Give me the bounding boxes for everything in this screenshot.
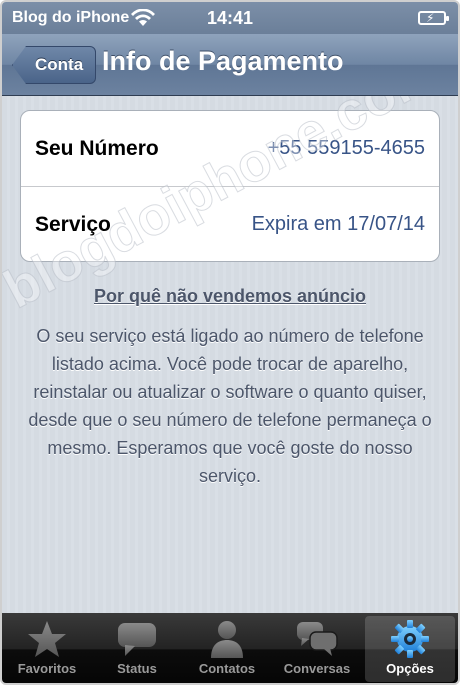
tab-favoritos[interactable]: Favoritos (2, 613, 92, 683)
account-info-group: Seu Número +55 559155-4655 Serviço Expir… (20, 110, 440, 262)
tab-label: Conversas (283, 661, 351, 676)
phone-number-row: Seu Número +55 559155-4655 (21, 111, 439, 186)
content-area: Seu Número +55 559155-4655 Serviço Expir… (2, 96, 458, 613)
chat-bubbles-icon (297, 622, 338, 656)
no-ads-link[interactable]: Por quê não vendemos anúncio (2, 286, 458, 307)
tab-status[interactable]: Status (92, 613, 182, 683)
tab-contatos[interactable]: Contatos (182, 613, 272, 683)
service-label: Serviço (35, 212, 111, 236)
service-value: Expira em 17/07/14 (251, 213, 425, 235)
tab-opcoes[interactable]: Opções (365, 616, 455, 682)
page-title: Info de Pagamento (102, 46, 344, 76)
tab-label: Favoritos (17, 661, 77, 676)
phone-number-value: +55 559155-4655 (267, 137, 425, 159)
tab-label: Contatos (198, 661, 256, 676)
tab-bar: Favoritos Status Contatos Conversas Opçõ… (2, 613, 458, 683)
star-icon (28, 621, 66, 657)
phone-number-label: Seu Número (35, 136, 159, 160)
service-description: O seu serviço está ligado ao número de t… (28, 326, 432, 486)
status-bar: Blog do iPhone 14:41 ⚡ (2, 2, 458, 34)
navigation-bar: Conta Info de Pagamento (2, 34, 458, 96)
iphone-screen: Blog do iPhone 14:41 ⚡ Conta Info de Pag… (0, 0, 460, 685)
tab-label: Opções (386, 661, 434, 676)
back-button[interactable]: Conta (12, 46, 97, 84)
service-row: Serviço Expira em 17/07/14 (21, 186, 439, 261)
tab-label: Status (117, 661, 157, 676)
person-icon (211, 621, 243, 658)
speech-bubble-icon (118, 623, 156, 656)
battery-charging-icon: ⚡ (418, 11, 449, 25)
tab-conversas[interactable]: Conversas (272, 613, 362, 683)
clock: 14:41 (206, 8, 254, 28)
gear-icon (391, 620, 429, 658)
